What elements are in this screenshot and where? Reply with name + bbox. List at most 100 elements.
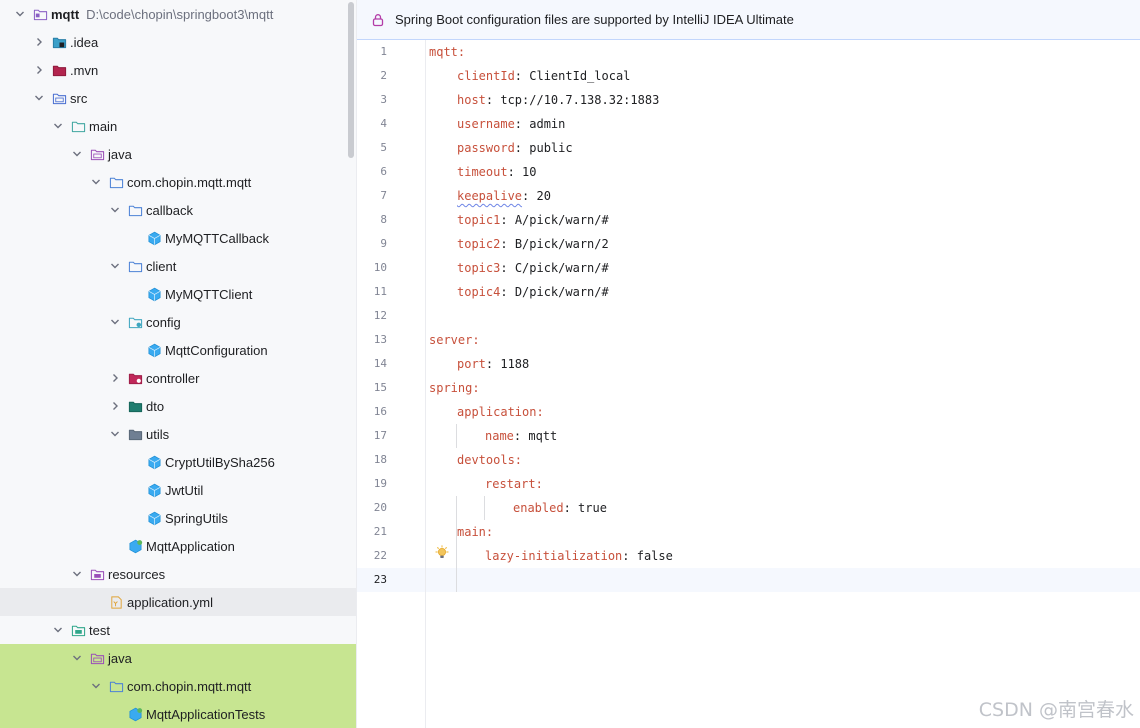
project-path: D:\code\chopin\springboot3\mqtt xyxy=(86,6,274,22)
line-number: 8 xyxy=(380,213,387,226)
tree-item[interactable]: .mvn xyxy=(0,56,356,84)
chevron-down-icon[interactable] xyxy=(14,8,26,20)
tree-item[interactable]: application.yml xyxy=(0,588,356,616)
class-icon xyxy=(146,510,162,526)
yaml-separator: : xyxy=(500,261,515,275)
yaml-separator: : xyxy=(514,453,523,467)
tree-item[interactable]: utils xyxy=(0,420,356,448)
tree-item[interactable]: controller xyxy=(0,364,356,392)
code-line[interactable]: devtools: xyxy=(457,448,522,472)
tree-item-label: java xyxy=(108,146,132,162)
code-line[interactable]: mqtt: xyxy=(429,40,465,64)
code-editor[interactable]: 1 mqtt: 2 clientId: ClientId_local 3 host: tc… xyxy=(357,40,1140,728)
code-line[interactable]: server: xyxy=(429,328,480,352)
tree-item[interactable]: MqttConfiguration xyxy=(0,336,356,364)
code-line[interactable]: name: mqtt xyxy=(485,424,557,448)
yaml-separator: : xyxy=(513,429,529,443)
tree-item[interactable]: SpringUtils xyxy=(0,504,356,532)
yaml-value: 1188 xyxy=(500,357,530,371)
tree-item[interactable]: MqttApplication xyxy=(0,532,356,560)
tree-item-label: .idea xyxy=(70,34,99,50)
code-line[interactable]: password: public xyxy=(457,136,573,160)
yaml-separator: : xyxy=(500,285,515,299)
chevron-down-icon[interactable] xyxy=(52,120,64,132)
tree-item[interactable]: MyMQTTCallback xyxy=(0,224,356,252)
chevron-down-icon[interactable] xyxy=(71,148,83,160)
tree-item[interactable]: JwtUtil xyxy=(0,476,356,504)
code-line[interactable]: lazy-initialization: false xyxy=(485,544,673,568)
tree-item[interactable]: com.chopin.mqtt.mqtt xyxy=(0,672,356,700)
chevron-right-icon[interactable] xyxy=(109,400,121,412)
chevron-down-icon[interactable] xyxy=(71,652,83,664)
code-line[interactable]: application: xyxy=(457,400,544,424)
chevron-down-icon[interactable] xyxy=(90,680,102,692)
tree-item[interactable]: resources xyxy=(0,560,356,588)
utils-folder-icon xyxy=(127,426,143,442)
tree-item[interactable]: main xyxy=(0,112,356,140)
code-line[interactable]: topic3: C/pick/warn/# xyxy=(457,256,609,280)
line-number: 7 xyxy=(380,189,387,202)
lightbulb-icon[interactable] xyxy=(434,545,450,561)
tree-item[interactable]: CryptUtilBySha256 xyxy=(0,448,356,476)
tree-item[interactable]: MyMQTTClient xyxy=(0,280,356,308)
chevron-right-icon[interactable] xyxy=(109,372,121,384)
chevron-down-icon[interactable] xyxy=(52,624,64,636)
tree-item[interactable]: config xyxy=(0,308,356,336)
code-line[interactable]: timeout: 10 xyxy=(457,160,536,184)
tree-item[interactable]: .idea xyxy=(0,28,356,56)
chevron-down-icon[interactable] xyxy=(33,92,45,104)
code-line[interactable]: restart: xyxy=(485,472,543,496)
tree-item-label: MqttApplication xyxy=(146,538,235,554)
tree-item[interactable]: java xyxy=(0,140,356,168)
code-line[interactable]: keepalive: 20 xyxy=(457,184,551,208)
yaml-key: clientId xyxy=(457,69,515,83)
tree-item-label: main xyxy=(89,118,118,134)
controller-folder-icon xyxy=(127,370,143,386)
yaml-separator: : xyxy=(485,93,501,107)
code-line[interactable]: port: 1188 xyxy=(457,352,529,376)
yaml-file-icon xyxy=(108,594,124,610)
package-icon xyxy=(108,678,124,694)
chevron-down-icon[interactable] xyxy=(109,428,121,440)
yaml-key: topic4 xyxy=(457,285,501,299)
yaml-key: username xyxy=(457,117,515,131)
code-line[interactable]: host: tcp://10.7.138.32:1883 xyxy=(457,88,659,112)
tree-item[interactable]: com.chopin.mqtt.mqtt xyxy=(0,168,356,196)
line-number: 13 xyxy=(373,333,387,346)
code-line[interactable]: enabled: true xyxy=(513,496,607,520)
line-number: 23 xyxy=(373,573,387,586)
chevron-down-icon[interactable] xyxy=(109,260,121,272)
line-number: 17 xyxy=(373,429,387,442)
tree-scrollbar[interactable] xyxy=(348,2,354,158)
tree-item[interactable]: dto xyxy=(0,392,356,420)
tree-item-label: resources xyxy=(108,566,166,582)
line-number: 4 xyxy=(380,117,387,130)
code-line[interactable]: clientId: ClientId_local xyxy=(457,64,630,88)
line-number: 6 xyxy=(380,165,387,178)
yaml-value: 10 xyxy=(522,165,537,179)
code-line[interactable]: username: admin xyxy=(457,112,565,136)
chevron-down-icon[interactable] xyxy=(71,568,83,580)
tree-item[interactable]: test xyxy=(0,616,356,644)
chevron-right-icon[interactable] xyxy=(33,36,45,48)
code-line[interactable]: topic4: D/pick/warn/# xyxy=(457,280,609,304)
yaml-key: main xyxy=(457,525,486,539)
tree-item[interactable]: java xyxy=(0,644,356,672)
code-line[interactable]: topic2: B/pick/warn/2 xyxy=(457,232,609,256)
tree-item-label: CryptUtilBySha256 xyxy=(165,454,275,470)
yaml-separator: : xyxy=(507,165,523,179)
tree-item[interactable]: client xyxy=(0,252,356,280)
tree-item[interactable]: mqtt D:\code\chopin\springboot3\mqtt xyxy=(0,0,356,28)
tree-item[interactable]: callback xyxy=(0,196,356,224)
tree-item[interactable]: MqttApplicationTests xyxy=(0,700,356,728)
code-line[interactable]: spring: xyxy=(429,376,480,400)
tree-item[interactable]: src xyxy=(0,84,356,112)
chevron-down-icon[interactable] xyxy=(109,316,121,328)
chevron-down-icon[interactable] xyxy=(109,204,121,216)
code-line[interactable]: topic1: A/pick/warn/# xyxy=(457,208,609,232)
config-package-icon xyxy=(127,314,143,330)
dto-folder-icon xyxy=(127,398,143,414)
chevron-right-icon[interactable] xyxy=(33,64,45,76)
code-line[interactable]: main: xyxy=(457,520,493,544)
chevron-down-icon[interactable] xyxy=(90,176,102,188)
